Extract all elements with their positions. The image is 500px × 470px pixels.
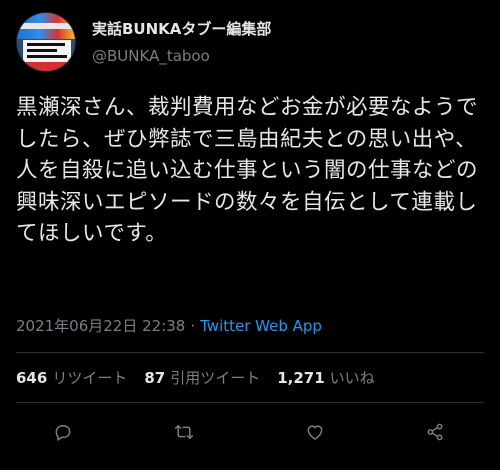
retweet-button[interactable] bbox=[166, 414, 202, 450]
heart-icon bbox=[307, 425, 323, 440]
avatar-cover-footer bbox=[17, 62, 75, 71]
user-handle[interactable]: @BUNKA_taboo bbox=[92, 47, 210, 65]
tweet-stats: 646 リツイート 87 引用ツイート 1,271 いいね bbox=[16, 367, 392, 388]
quotes-stat[interactable]: 87 引用ツイート bbox=[144, 367, 260, 388]
quotes-count: 87 bbox=[144, 369, 166, 387]
tweet-timestamp[interactable]: 2021年06月22日 22:38 bbox=[16, 317, 185, 335]
share-button[interactable] bbox=[417, 414, 453, 450]
retweets-stat[interactable]: 646 リツイート bbox=[16, 367, 127, 388]
meta-separator: · bbox=[190, 317, 196, 335]
avatar[interactable] bbox=[16, 12, 76, 72]
retweet-icon bbox=[174, 425, 194, 439]
tweet-source-link[interactable]: Twitter Web App bbox=[200, 317, 322, 335]
likes-stat[interactable]: 1,271 いいね bbox=[277, 367, 374, 388]
quotes-label: 引用ツイート bbox=[170, 369, 261, 387]
divider bbox=[16, 352, 484, 353]
likes-count: 1,271 bbox=[277, 369, 325, 387]
display-name[interactable]: 実話BUNKAタブー編集部 bbox=[92, 18, 271, 39]
action-bar bbox=[0, 414, 500, 450]
likes-label: いいね bbox=[329, 369, 375, 387]
tweet-text: 黒瀬深さん、裁判費用などお金が必要なようでしたら、ぜひ弊誌で三島由紀夫との思い出… bbox=[16, 95, 479, 246]
retweets-label: リツイート bbox=[52, 369, 128, 387]
retweets-count: 646 bbox=[16, 369, 48, 387]
share-icon bbox=[427, 423, 443, 441]
reply-button[interactable] bbox=[45, 414, 81, 450]
speech-bubble-icon bbox=[55, 425, 71, 441]
tweet-card: 実話BUNKAタブー編集部 @BUNKA_taboo 黒瀬深さん、裁判費用などお… bbox=[0, 0, 500, 470]
divider bbox=[16, 402, 484, 403]
like-button[interactable] bbox=[297, 414, 333, 450]
avatar-cover-headline bbox=[23, 40, 71, 62]
avatar-cover-strip bbox=[17, 23, 75, 29]
tweet-meta: 2021年06月22日 22:38 · Twitter Web App bbox=[16, 315, 322, 336]
